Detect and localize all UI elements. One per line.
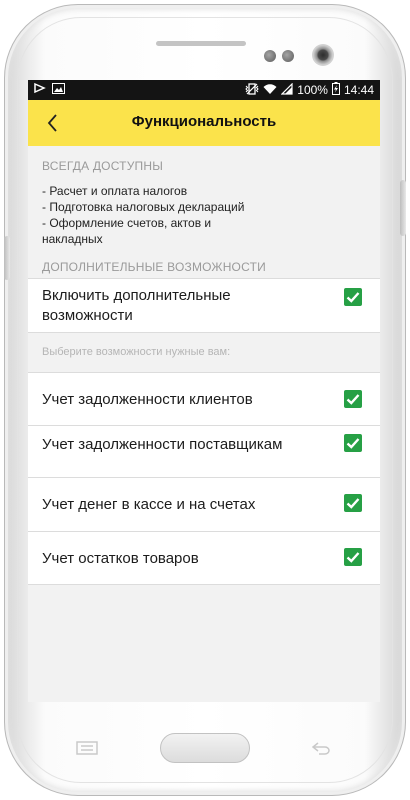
page-title: Функциональность [131,113,277,130]
status-bar: 100% 14:44 [28,80,380,100]
option-row[interactable]: Учет задолженности поставщикам [28,426,380,478]
front-camera [312,44,334,66]
proximity-sensor [264,50,276,62]
volume-button[interactable] [4,236,10,280]
back-key-icon[interactable] [310,740,332,755]
checkmark-icon [346,292,360,303]
option-checkbox[interactable] [344,434,362,452]
app-toolbar: Функциональность [28,100,380,146]
checkmark-icon [346,438,360,449]
section-header-additional: ДОПОЛНИТЕЛЬНЫЕ ВОЗМОЖНОСТИ [42,260,266,274]
option-row[interactable]: Учет остатков товаров [28,532,380,585]
checkmark-icon [346,394,360,405]
feature-item: - Расчет и оплата налогов [42,184,188,198]
enable-additional-label: Включить дополнительные возможности [42,287,231,324]
signal-icon [280,82,293,98]
option-row[interactable]: Учет задолженности клиентов [28,372,380,426]
light-sensor [282,50,294,62]
option-checkbox[interactable] [344,390,362,408]
battery-charging-icon [331,82,340,98]
option-checkbox[interactable] [344,494,362,512]
option-checkbox[interactable] [344,548,362,566]
image-icon [52,82,65,97]
power-button[interactable] [400,180,406,236]
checkmark-icon [346,552,360,563]
home-button[interactable] [160,733,250,763]
enable-additional-checkbox[interactable] [344,288,362,306]
earpiece-speaker [156,41,246,46]
option-label: Учет денег в кассе и на счетах [42,496,256,513]
vibrate-icon [245,82,259,98]
option-label: Учет задолженности поставщикам [42,436,283,453]
option-row[interactable]: Учет денег в кассе и на счетах [28,478,380,532]
clock: 14:44 [343,83,374,97]
feature-item: - Подготовка налоговых деклараций [42,200,245,214]
notification-play-icon [34,82,46,97]
options-hint: Выберите возможности нужные вам: [42,346,231,358]
feature-item: накладных [42,232,103,246]
feature-item: - Оформление счетов, актов и [42,216,212,230]
option-label: Учет остатков товаров [42,550,199,567]
app-screen: 100% 14:44 Функциональность ВСЕГДА ДОСТУ… [28,80,380,702]
menu-key-icon[interactable] [76,740,98,755]
battery-percent: 100% [297,83,328,97]
option-label: Учет задолженности клиентов [42,391,253,408]
section-header-always: ВСЕГДА ДОСТУПНЫ [42,159,164,173]
enable-additional-row[interactable]: Включить дополнительные возможности [28,278,380,333]
wifi-icon [263,83,277,98]
always-available-list: - Расчет и оплата налогов - Подготовка н… [28,179,380,247]
checkmark-icon [346,498,360,509]
